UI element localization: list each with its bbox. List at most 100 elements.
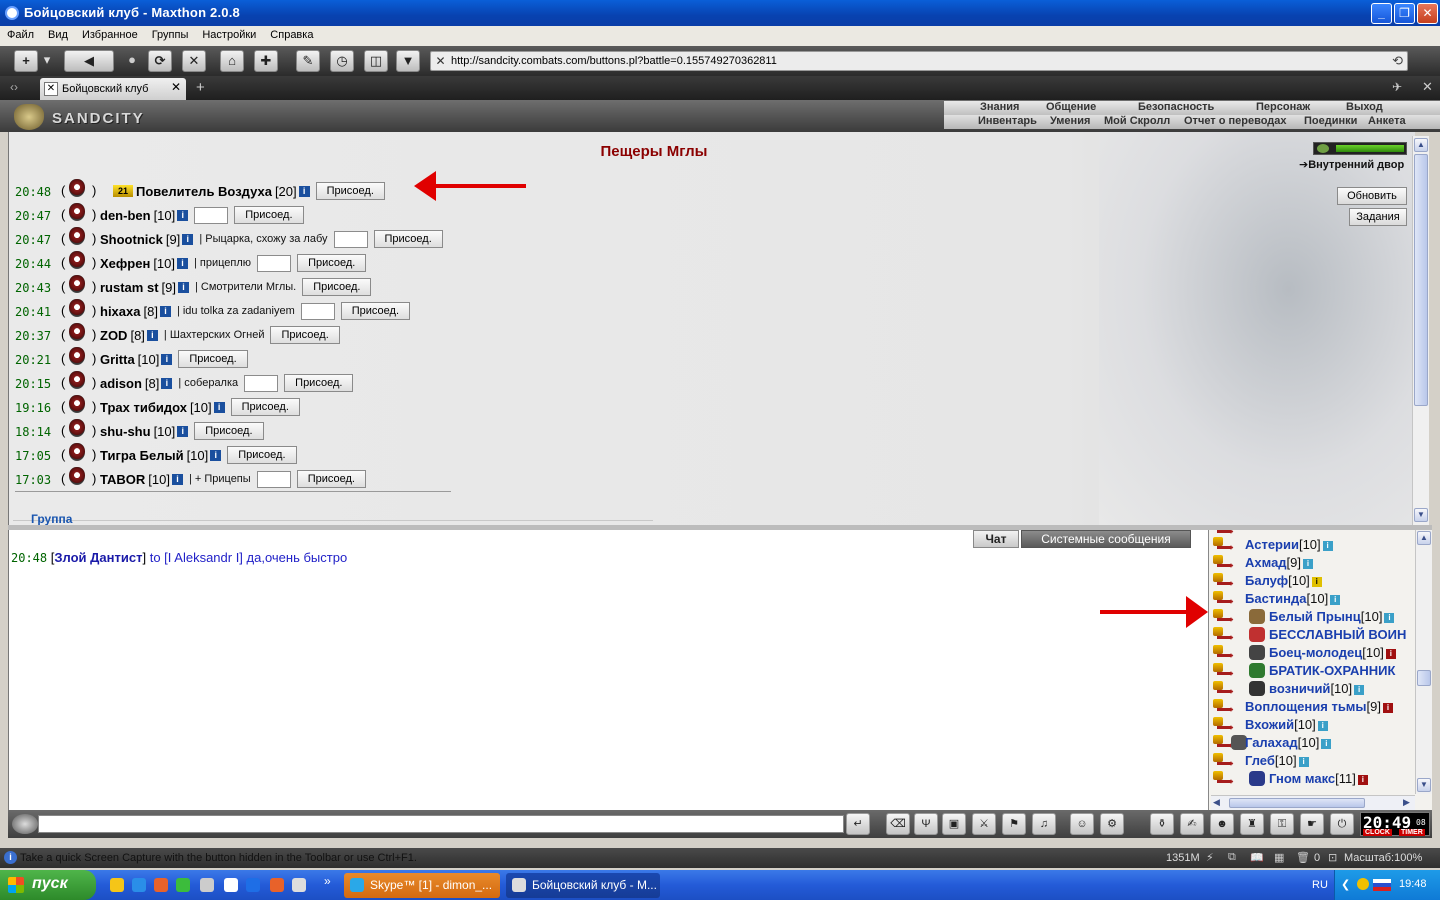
- fist-icon[interactable]: ➔: [1213, 555, 1234, 571]
- tray-1-icon[interactable]: [1357, 878, 1369, 890]
- nav-security[interactable]: Безопасность: [1138, 101, 1214, 113]
- quicklaunch-firefox-icon[interactable]: [154, 878, 168, 892]
- quicklaunch-firefox2-icon[interactable]: [270, 878, 284, 892]
- join-button[interactable]: Присоед.: [178, 350, 248, 368]
- refresh-button[interactable]: Обновить: [1337, 187, 1407, 205]
- clock-label[interactable]: CLOCK: [1363, 829, 1392, 836]
- info-icon[interactable]: i: [177, 425, 189, 437]
- fist-icon[interactable]: ➔: [1213, 735, 1234, 751]
- password-input[interactable]: [300, 302, 335, 320]
- scroll-down-icon[interactable]: ▼: [1414, 508, 1428, 522]
- task-combats[interactable]: Бойцовский клуб - M...: [506, 873, 660, 898]
- user-info-icon[interactable]: i: [1330, 594, 1341, 605]
- fist-icon[interactable]: ➔: [1213, 645, 1234, 661]
- user-name[interactable]: Галахад[10] i: [1245, 735, 1332, 750]
- clan-emblem-icon[interactable]: [1249, 627, 1265, 642]
- join-button[interactable]: Присоед.: [315, 182, 385, 200]
- join-button[interactable]: Присоед.: [340, 302, 411, 320]
- hscroll-right-icon[interactable]: ▶: [1403, 797, 1410, 808]
- nav-battles[interactable]: Поединки: [1304, 115, 1357, 127]
- user-name[interactable]: возничий[10] i: [1269, 681, 1365, 696]
- user-name[interactable]: Гном макс[11] i: [1269, 771, 1368, 786]
- users-scrollbar[interactable]: ▲ ▼: [1415, 530, 1432, 794]
- eraser-icon[interactable]: ⌫: [886, 813, 910, 835]
- menu-settings[interactable]: Настройки: [195, 26, 263, 41]
- quicklaunch-6-icon[interactable]: [224, 878, 238, 892]
- join-button[interactable]: Присоед.: [296, 470, 366, 488]
- clan-emblem-icon[interactable]: [1249, 681, 1265, 696]
- fist-icon[interactable]: ➔: [1213, 537, 1234, 553]
- grid-icon[interactable]: ▦: [1274, 851, 1284, 864]
- timer-label[interactable]: TIMER: [1399, 829, 1425, 836]
- quicklaunch-4-icon[interactable]: [176, 878, 190, 892]
- new-dropdown-icon[interactable]: ▾: [40, 50, 54, 72]
- zoom-icon[interactable]: ⊡: [1328, 851, 1337, 864]
- zoom-level[interactable]: Масштаб:100%: [1344, 852, 1422, 864]
- nav-transfers[interactable]: Отчет о переводах: [1184, 115, 1287, 127]
- user-info-icon[interactable]: i: [1298, 756, 1309, 767]
- clan-emblem-icon[interactable]: [1249, 609, 1265, 624]
- dropdown-icon[interactable]: ▼: [396, 50, 420, 72]
- nav-exit[interactable]: Выход: [1346, 101, 1383, 113]
- scroll-up-icon[interactable]: ▲: [1414, 138, 1428, 152]
- fist-icon[interactable]: ➔: [1213, 753, 1234, 769]
- user-info-icon[interactable]: i: [1384, 612, 1395, 623]
- info-icon[interactable]: i: [159, 305, 171, 317]
- user-name[interactable]: БРАТИК-ОХРАННИК: [1269, 663, 1395, 678]
- trash-icon[interactable]: 🗑: [1296, 851, 1310, 864]
- quicklaunch-more-icon[interactable]: »: [324, 874, 331, 888]
- info-icon[interactable]: i: [171, 473, 183, 485]
- nav-knowledge[interactable]: Знания: [980, 101, 1019, 113]
- password-input[interactable]: [244, 374, 279, 392]
- chat-input[interactable]: [38, 815, 844, 833]
- quicklaunch-2-icon[interactable]: [132, 878, 146, 892]
- users-hscrollbar[interactable]: ◀ ▶: [1211, 795, 1415, 810]
- player-name[interactable]: den-ben: [100, 208, 151, 223]
- join-button[interactable]: Присоед.: [194, 422, 264, 440]
- user-name[interactable]: Астерии[10] i: [1245, 537, 1333, 552]
- users-scroll-up-icon[interactable]: ▲: [1417, 531, 1431, 545]
- pvp-icon[interactable]: ⚑: [1002, 813, 1026, 835]
- menu-favorites[interactable]: Избранное: [75, 26, 145, 41]
- minimize-button[interactable]: _: [1371, 3, 1392, 24]
- user-info-icon[interactable]: i: [1354, 684, 1365, 695]
- join-button[interactable]: Присоед.: [234, 206, 304, 224]
- stop-icon[interactable]: ✕: [182, 50, 206, 72]
- player-name[interactable]: Gritta: [100, 352, 135, 367]
- scroll-item-icon[interactable]: ✍: [1180, 813, 1204, 835]
- location-link[interactable]: ➔Внутренний двор: [1299, 158, 1404, 171]
- user-info-icon[interactable]: i: [1317, 720, 1328, 731]
- filter-icon[interactable]: Ψ: [914, 813, 938, 835]
- info-icon[interactable]: i: [177, 257, 188, 269]
- user-name[interactable]: Ахмад[9] i: [1245, 555, 1314, 570]
- player-name[interactable]: adison: [100, 376, 142, 391]
- menu-help[interactable]: Справка: [263, 26, 320, 41]
- exit-icon[interactable]: ⏻: [1330, 813, 1354, 835]
- user-info-icon[interactable]: i: [1321, 738, 1332, 749]
- info-icon[interactable]: i: [213, 401, 225, 413]
- window-title-bar[interactable]: Бойцовский клуб - Maxthon 2.0.8 _ ❐ ✕: [0, 0, 1440, 26]
- history-dot-icon[interactable]: ●: [124, 50, 140, 72]
- join-button[interactable]: Присоед.: [270, 326, 340, 344]
- user-name[interactable]: Боец-молодец[10] i: [1269, 645, 1396, 660]
- info-icon[interactable]: i: [178, 281, 189, 293]
- tray-arrow-icon[interactable]: ❮: [1341, 878, 1350, 891]
- address-url[interactable]: http://sandcity.combats.com/buttons.pl?b…: [451, 55, 777, 67]
- password-input[interactable]: [194, 206, 229, 224]
- player-name[interactable]: TABOR: [100, 472, 145, 487]
- system-clock[interactable]: 19:48: [1399, 878, 1427, 890]
- info-icon[interactable]: i: [161, 377, 173, 389]
- user-info-icon[interactable]: i: [1357, 774, 1368, 785]
- pin-icon[interactable]: ✈: [1392, 80, 1402, 94]
- main-scrollbar[interactable]: ▲ ▼: [1412, 136, 1429, 525]
- user-info-icon[interactable]: i: [1311, 576, 1322, 587]
- join-button[interactable]: Присоед.: [302, 278, 372, 296]
- fist-icon[interactable]: ➔: [1213, 627, 1234, 643]
- fist-icon[interactable]: ➔: [1213, 699, 1234, 715]
- user-info-icon[interactable]: i: [1303, 558, 1314, 569]
- user-name[interactable]: БЕССЛАВНЫЙ ВОИН: [1269, 627, 1406, 642]
- new-tab-plus-icon[interactable]: +: [196, 79, 205, 96]
- fist-icon[interactable]: ➔: [1213, 717, 1234, 733]
- quicklaunch-maxthon-icon[interactable]: [292, 878, 306, 892]
- user-name[interactable]: Глеб[10] i: [1245, 753, 1309, 768]
